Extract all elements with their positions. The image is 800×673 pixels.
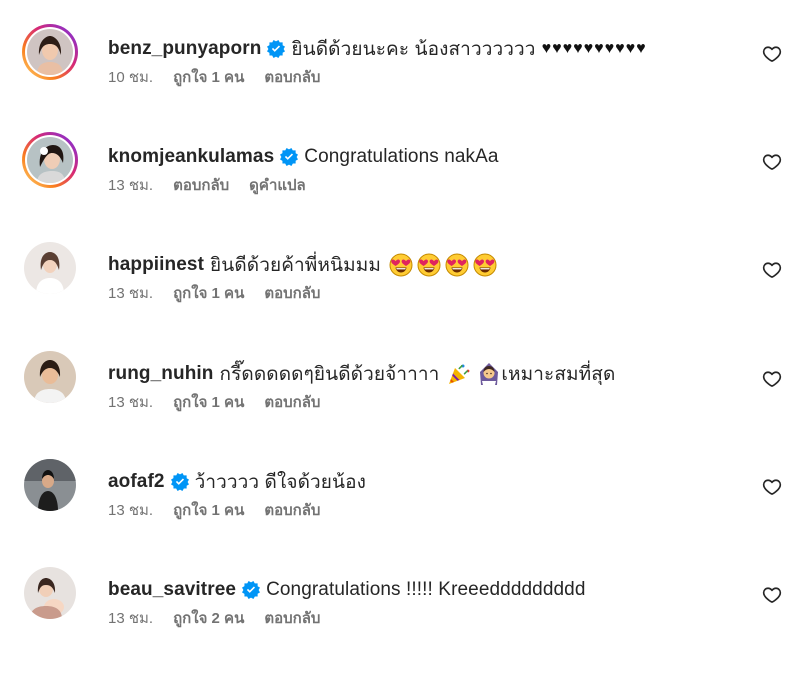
comment-username[interactable]: knomjeankulamas: [108, 146, 274, 168]
avatar[interactable]: [22, 349, 78, 405]
reply-button[interactable]: ตอบกลับ: [264, 281, 320, 305]
comment-text: ว้าวววว ดีใจด้วยน้อง: [194, 472, 367, 493]
comment-item: benz_punyaporn ยินดีด้วยนะคะ น้องสาววววว…: [0, 24, 800, 132]
comment-likes[interactable]: ถูกใจ 1 คน: [173, 281, 244, 305]
comment-text-continued: เหมาะสมที่สุด: [501, 364, 616, 385]
comment-username[interactable]: aofaf2: [108, 471, 165, 493]
comment-time[interactable]: 13 ชม.: [108, 498, 153, 522]
heart-outline-icon[interactable]: [762, 477, 782, 497]
comment-item: knomjeankulamas Congratulations nakAa 13…: [0, 132, 800, 240]
comment-likes[interactable]: ถูกใจ 1 คน: [173, 498, 244, 522]
comment-time[interactable]: 10 ชม.: [108, 65, 153, 89]
avatar[interactable]: [22, 132, 78, 188]
heart-eyes-emoji-icon: [445, 253, 469, 277]
comment-text: Congratulations nakAa: [304, 146, 499, 167]
heart-outline-icon[interactable]: [762, 152, 782, 172]
avatar[interactable]: [22, 24, 78, 80]
verified-badge-icon: [171, 473, 189, 491]
comment-likes[interactable]: ถูกใจ 2 คน: [173, 606, 244, 630]
heart-outline-icon[interactable]: [762, 44, 782, 64]
comment-text: ยินดีด้วยนะคะ น้องสาวววววว: [291, 39, 536, 60]
reply-button[interactable]: ตอบกลับ: [264, 390, 320, 414]
party-popper-emoji-icon: [447, 362, 471, 386]
reply-button[interactable]: ตอบกลับ: [264, 606, 320, 630]
comment-username[interactable]: happiinest: [108, 254, 204, 276]
avatar-photo-icon: [27, 137, 73, 183]
comment-likes[interactable]: ถูกใจ 1 คน: [173, 390, 244, 414]
comment-time[interactable]: 13 ชม.: [108, 173, 153, 197]
heart-eyes-emoji-icon: [473, 253, 497, 277]
reply-button[interactable]: ตอบกลับ: [264, 498, 320, 522]
heart-outline-icon[interactable]: [762, 585, 782, 605]
reply-button[interactable]: ตอบกลับ: [173, 173, 229, 197]
avatar[interactable]: [22, 565, 78, 621]
avatar-photo-icon: [24, 242, 76, 294]
comment-username[interactable]: beau_savitree: [108, 579, 236, 601]
comment-hearts: ♥♥♥♥♥♥♥♥♥♥: [541, 40, 647, 57]
comment-time[interactable]: 13 ชม.: [108, 281, 153, 305]
comment-item: aofaf2 ว้าวววว ดีใจด้วยน้อง 13 ชม. ถูกใจ…: [0, 457, 800, 565]
see-translation-button[interactable]: ดูคำแปล: [249, 173, 306, 197]
avatar[interactable]: [22, 240, 78, 296]
comment-username[interactable]: rung_nuhin: [108, 363, 213, 385]
bride-with-veil-emoji-icon: [477, 362, 501, 386]
comment-text: ยินดีด้วยค้าพี่หนิมมม: [210, 255, 382, 276]
heart-eyes-emoji-icon: [389, 253, 413, 277]
avatar-photo-icon: [24, 567, 76, 619]
avatar[interactable]: [22, 457, 78, 513]
comment-text: Congratulations !!!!! Kreeeddddddddd: [266, 579, 586, 600]
avatar-photo-icon: [27, 29, 73, 75]
verified-badge-icon: [280, 148, 298, 166]
reply-button[interactable]: ตอบกลับ: [264, 65, 320, 89]
comment-likes[interactable]: ถูกใจ 1 คน: [173, 65, 244, 89]
heart-eyes-emoji-icon: [417, 253, 441, 277]
heart-outline-icon[interactable]: [762, 260, 782, 280]
comment-time[interactable]: 13 ชม.: [108, 390, 153, 414]
avatar-photo-icon: [24, 351, 76, 403]
comment-text: กรี๊ดดดดดๆยินดีด้วยจ้าาาา: [219, 364, 440, 385]
comment-item: rung_nuhin กรี๊ดดดดดๆยินดีด้วยจ้าาาา เหม…: [0, 349, 800, 457]
verified-badge-icon: [267, 40, 285, 58]
comment-item: happiinest ยินดีด้วยค้าพี่หนิมมม 13 ชม. …: [0, 240, 800, 348]
comment-time[interactable]: 13 ชม.: [108, 606, 153, 630]
comment-username[interactable]: benz_punyaporn: [108, 38, 261, 60]
heart-outline-icon[interactable]: [762, 369, 782, 389]
avatar-photo-icon: [24, 459, 76, 511]
verified-badge-icon: [242, 581, 260, 599]
comment-item: beau_savitree Congratulations !!!!! Kree…: [0, 565, 800, 673]
